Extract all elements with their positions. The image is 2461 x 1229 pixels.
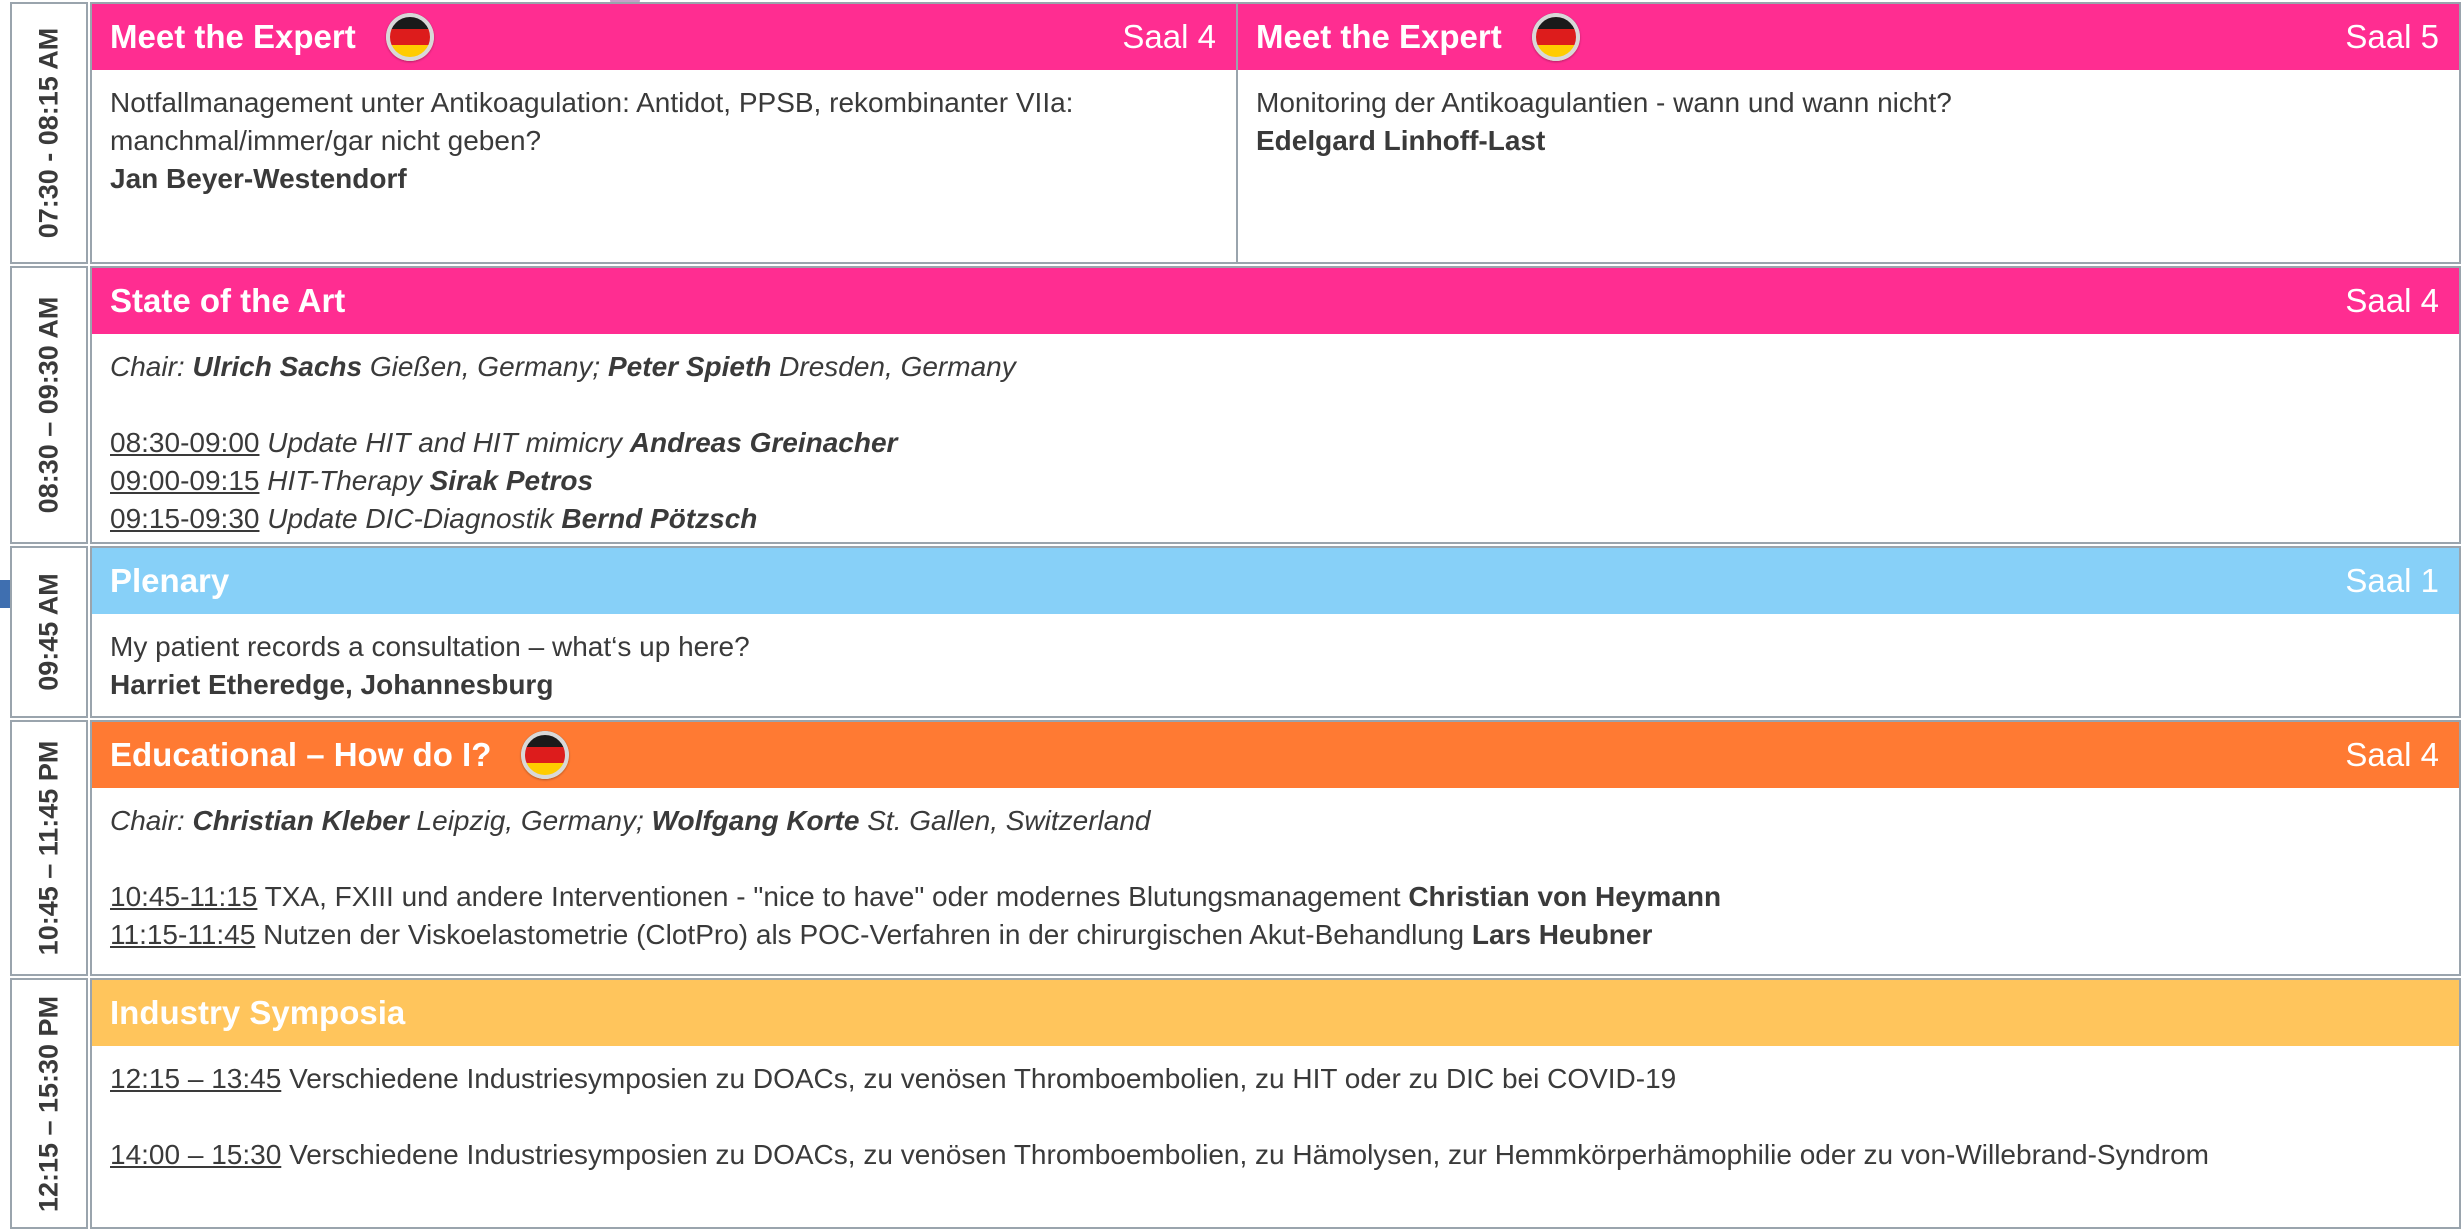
chair-name: Wolfgang Korte: [651, 805, 860, 836]
session-meet-expert-saal4: Meet the Expert Saal 4 Notfallmanagement…: [90, 2, 1238, 264]
chair-place: Dresden, Germany: [779, 351, 1016, 382]
session-header: Plenary Saal 1: [92, 548, 2459, 614]
talk-title: Update HIT and HIT mimicry: [267, 427, 622, 458]
chair-label: Chair:: [110, 351, 185, 382]
room-label: Saal 4: [2345, 282, 2439, 319]
german-flag-icon: [385, 13, 434, 61]
time-slot-4: 10:45 – 11:45 PM: [10, 720, 88, 976]
talk-speaker: Christian von Heymann: [1408, 881, 1722, 912]
session-title: Plenary: [110, 562, 230, 599]
talk-time: 09:15-09:30: [110, 503, 260, 534]
talk-speaker: Lars Heubner: [1471, 919, 1653, 950]
session-industry-symposia: Industry Symposia 12:15 – 13:45 Verschie…: [90, 978, 2461, 1229]
session-body: Monitoring der Antikoagulantien - wann u…: [1238, 70, 2459, 174]
german-flag-icon: [521, 731, 570, 779]
chair-name: Ulrich Sachs: [192, 351, 363, 382]
session-title: State of the Art: [110, 282, 346, 319]
talk-row: 09:15-09:30 Update DIC-Diagnostik Bernd …: [110, 500, 2441, 538]
speaker-name: Jan Beyer-Westendorf: [110, 163, 407, 194]
chair-place: St. Gallen, Switzerland: [867, 805, 1151, 836]
talk-row: 09:00-09:15 HIT-Therapy Sirak Petros: [110, 462, 2441, 500]
session-header: Meet the Expert Saal 5: [1238, 4, 2459, 70]
session-header: Educational – How do I? Saal 4: [92, 722, 2459, 788]
session-title: Meet the Expert: [1256, 18, 1502, 55]
session-body: Notfallmanagement unter Antikoagulation:…: [92, 70, 1236, 212]
chair-place: Gießen, Germany;: [369, 351, 601, 382]
talk-title: HIT-Therapy: [267, 465, 422, 496]
chair-place: Leipzig, Germany;: [416, 805, 644, 836]
session-body: Chair: Christian Kleber Leipzig, Germany…: [92, 788, 2459, 968]
talk-title: TXA, FXIII und andere Interventionen - "…: [264, 881, 1401, 912]
session-header: Meet the Expert Saal 4: [92, 4, 1236, 70]
session-topic: Monitoring der Antikoagulantien - wann u…: [1256, 87, 1952, 118]
session-body: 12:15 – 13:45 Verschiedene Industriesymp…: [92, 1046, 2459, 1188]
time-label: 09:45 AM: [33, 573, 64, 691]
symposium-text: Verschiedene Industriesymposien zu DOACs…: [289, 1063, 1677, 1094]
talk-row: 08:30-09:00 Update HIT and HIT mimicry A…: [110, 424, 2441, 462]
time-slot-2: 08:30 – 09:30 AM: [10, 266, 88, 544]
session-educational: Educational – How do I? Saal 4 Chair: Ch…: [90, 720, 2461, 976]
time-label: 12:15 – 15:30 PM: [33, 995, 64, 1212]
time-slot-5: 12:15 – 15:30 PM: [10, 978, 88, 1229]
symposium-row: 12:15 – 13:45 Verschiedene Industriesymp…: [110, 1060, 2441, 1098]
chair-line: Chair: Ulrich Sachs Gießen, Germany; Pet…: [110, 348, 2441, 386]
session-header: State of the Art Saal 4: [92, 268, 2459, 334]
session-plenary: Plenary Saal 1 My patient records a cons…: [90, 546, 2461, 718]
room-label: Saal 1: [2345, 562, 2439, 599]
session-title: Educational – How do I?: [110, 736, 492, 773]
session-meet-expert-saal5: Meet the Expert Saal 5 Monitoring der An…: [1236, 2, 2461, 264]
talk-time: 10:45-11:15: [110, 881, 258, 912]
talk-row: 10:45-11:15 TXA, FXIII und andere Interv…: [110, 878, 2441, 916]
symposium-row: 14:00 – 15:30 Verschiedene Industriesymp…: [110, 1136, 2441, 1174]
time-label: 10:45 – 11:45 PM: [33, 740, 64, 956]
talk-row: 11:15-11:45 Nutzen der Viskoelastometrie…: [110, 916, 2441, 954]
room-label: Saal 5: [2345, 18, 2439, 55]
time-label: 08:30 – 09:30 AM: [33, 296, 64, 514]
session-header: Industry Symposia: [92, 980, 2459, 1046]
speaker-name: Harriet Etheredge, Johannesburg: [110, 669, 554, 700]
room-label: Saal 4: [1122, 18, 1216, 55]
session-state-of-the-art: State of the Art Saal 4 Chair: Ulrich Sa…: [90, 266, 2461, 544]
talk-title: Nutzen der Viskoelastometrie (ClotPro) a…: [263, 919, 1465, 950]
symposium-text: Verschiedene Industriesymposien zu DOACs…: [289, 1139, 2209, 1170]
session-title: Industry Symposia: [110, 994, 406, 1031]
session-topic: Notfallmanagement unter Antikoagulation:…: [110, 87, 1074, 156]
symposium-time: 14:00 – 15:30: [110, 1139, 282, 1170]
session-body: My patient records a consultation – what…: [92, 614, 2459, 716]
talk-title: Update DIC-Diagnostik: [267, 503, 554, 534]
time-label: 07:30 - 08:15 AM: [33, 27, 64, 239]
symposium-time: 12:15 – 13:45: [110, 1063, 282, 1094]
talk-time: 08:30-09:00: [110, 427, 260, 458]
room-label: Saal 4: [2345, 736, 2439, 773]
session-title: Meet the Expert: [110, 18, 356, 55]
talk-time: 09:00-09:15: [110, 465, 260, 496]
chair-name: Peter Spieth: [608, 351, 772, 382]
time-slot-1: 07:30 - 08:15 AM: [10, 2, 88, 264]
session-body: Chair: Ulrich Sachs Gießen, Germany; Pet…: [92, 334, 2459, 542]
german-flag-icon: [1531, 13, 1580, 61]
chair-line: Chair: Christian Kleber Leipzig, Germany…: [110, 802, 2441, 840]
chair-label: Chair:: [110, 805, 185, 836]
talk-speaker: Sirak Petros: [429, 465, 594, 496]
speaker-name: Edelgard Linhoff-Last: [1256, 125, 1546, 156]
talk-time: 11:15-11:45: [110, 919, 256, 950]
talk-speaker: Bernd Pötzsch: [561, 503, 758, 534]
time-slot-3: 09:45 AM: [10, 546, 88, 718]
chair-name: Christian Kleber: [192, 805, 409, 836]
talk-speaker: Andreas Greinacher: [629, 427, 898, 458]
session-topic: My patient records a consultation – what…: [110, 631, 750, 662]
